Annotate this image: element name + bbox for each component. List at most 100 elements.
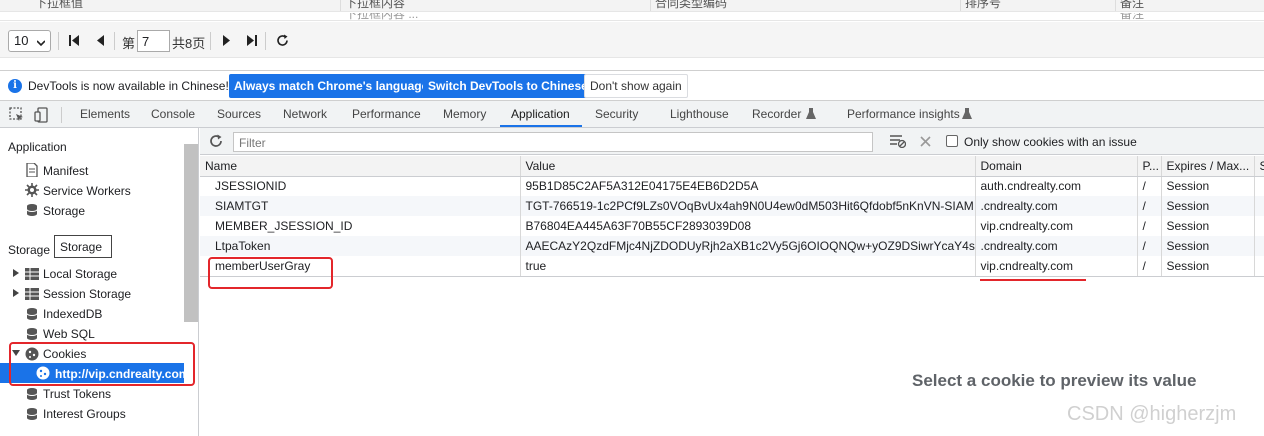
prev-page-icon[interactable] bbox=[93, 33, 107, 47]
column-header: 合同类型编码 bbox=[655, 0, 728, 10]
first-page-icon[interactable] bbox=[67, 33, 81, 47]
grid-storage-icon bbox=[25, 268, 39, 280]
cookies-toolbar: Filter Only show cookies with an issue bbox=[200, 128, 1264, 155]
filter-input[interactable]: Filter bbox=[233, 132, 873, 152]
tab-sources[interactable]: Sources bbox=[217, 107, 261, 121]
page-number-input[interactable]: 7 bbox=[137, 30, 170, 52]
table-row[interactable]: JSESSIONID 95B1D85C2AF5A312E04175E4EB6D2… bbox=[200, 176, 1264, 196]
chevron-right-icon[interactable] bbox=[12, 269, 20, 277]
cell-fragment: 备注 bbox=[1120, 13, 1145, 21]
tab-network[interactable]: Network bbox=[283, 107, 327, 121]
database-icon bbox=[26, 308, 38, 320]
application-sidebar: Application Manifest Service Workers Sto… bbox=[0, 128, 199, 436]
cookie-name: JSESSIONID bbox=[215, 179, 287, 194]
delete-cookie-icon[interactable] bbox=[920, 136, 931, 147]
inspect-element-icon[interactable] bbox=[9, 107, 25, 123]
cookie-path: / bbox=[1136, 176, 1161, 196]
clear-filtered-cookies-icon[interactable] bbox=[890, 134, 906, 148]
sidebar-item-indexeddb[interactable]: IndexedDB bbox=[43, 307, 102, 321]
sidebar-item-web-sql[interactable]: Web SQL bbox=[43, 327, 95, 341]
page-size-select[interactable]: 10 bbox=[8, 30, 51, 52]
cookie-domain: vip.cndrealty.com bbox=[974, 216, 1137, 236]
column-header-name[interactable]: Name bbox=[200, 156, 520, 177]
cookie-name: MEMBER_JSESSION_ID bbox=[215, 219, 353, 233]
tab-performance[interactable]: Performance bbox=[352, 107, 421, 121]
sidebar-item-local-storage[interactable]: Local Storage bbox=[43, 267, 117, 281]
flask-icon bbox=[806, 108, 816, 119]
database-icon bbox=[26, 388, 38, 400]
column-header-domain[interactable]: Domain bbox=[974, 156, 1137, 177]
devtools-tab-bar: Elements Console Sources Network Perform… bbox=[0, 101, 1264, 128]
cookie-name: LtpaToken bbox=[200, 236, 520, 256]
infobar-message: DevTools is now available in Chinese! bbox=[28, 79, 229, 93]
sidebar-item-storage-overview[interactable]: Storage bbox=[43, 204, 85, 218]
cookie-value: AAECAzY2QzdFMjc4NjZDODUyRjh2aXB1c2Vy5Gj6… bbox=[519, 236, 975, 256]
cookie-domain: auth.cndrealty.com bbox=[974, 176, 1137, 196]
cookies-table: Name Value Domain P... Expires / Max... … bbox=[200, 156, 1264, 277]
cookie-size bbox=[1253, 216, 1264, 236]
cookie-expires: Session bbox=[1160, 236, 1254, 256]
database-icon bbox=[26, 408, 38, 420]
sidebar-item-manifest[interactable]: Manifest bbox=[43, 164, 88, 178]
tab-console[interactable]: Console bbox=[151, 107, 195, 121]
column-header-size[interactable]: S bbox=[1253, 156, 1264, 177]
switch-to-chinese-button[interactable]: Switch DevTools to Chinese bbox=[423, 74, 593, 98]
cookie-expires: Session bbox=[1160, 176, 1254, 196]
tooltip: Storage bbox=[54, 235, 112, 258]
table-row[interactable]: MEMBER_JSESSION_ID B76804EA445A63F70B55C… bbox=[200, 216, 1264, 236]
always-match-language-button[interactable]: Always match Chrome's language bbox=[229, 74, 434, 98]
cookie-size bbox=[1253, 196, 1264, 216]
table-row[interactable]: SIAMTGT TGT-766519-1c2PCf9LZs0VOqBvUx4ah… bbox=[200, 196, 1264, 216]
cookie-preview-placeholder: Select a cookie to preview its value bbox=[912, 371, 1197, 390]
tab-memory[interactable]: Memory bbox=[443, 107, 486, 121]
table-row[interactable]: memberUserGray true vip.cndrealty.com / … bbox=[200, 256, 1264, 277]
highlight-underline bbox=[980, 279, 1086, 281]
cookie-expires: Session bbox=[1160, 256, 1254, 277]
total-pages: 共8页 bbox=[172, 36, 206, 51]
column-header: 备注 bbox=[1120, 0, 1145, 10]
refresh-icon[interactable] bbox=[209, 134, 223, 148]
active-tab-indicator bbox=[500, 125, 582, 127]
chevron-right-icon[interactable] bbox=[12, 289, 20, 297]
cookie-domain: vip.cndrealty.com bbox=[974, 256, 1137, 277]
device-toolbar-icon[interactable] bbox=[34, 107, 50, 123]
tab-recorder[interactable]: Recorder bbox=[752, 107, 801, 121]
next-page-icon[interactable] bbox=[220, 33, 234, 47]
dont-show-again-button[interactable]: Don't show again bbox=[584, 74, 688, 98]
sidebar-item-trust-tokens[interactable]: Trust Tokens bbox=[43, 387, 111, 401]
refresh-icon[interactable] bbox=[275, 33, 289, 47]
sidebar-item-interest-groups[interactable]: Interest Groups bbox=[43, 407, 126, 421]
cookie-size bbox=[1253, 176, 1264, 196]
cookie-name: SIAMTGT bbox=[200, 196, 520, 216]
watermark: CSDN @higherzjm bbox=[1067, 403, 1237, 425]
database-icon bbox=[26, 204, 38, 216]
column-header-value[interactable]: Value bbox=[519, 156, 975, 177]
page-prefix: 第 bbox=[122, 36, 136, 51]
cookie-size bbox=[1253, 256, 1264, 277]
partial-table-header: 下拉框值 下拉框内容 合同类型编码 排序号 备注 bbox=[0, 0, 1264, 12]
tab-elements[interactable]: Elements bbox=[80, 107, 130, 121]
info-icon: i bbox=[8, 79, 22, 93]
cell-fragment: 下拉框内容 ... bbox=[345, 13, 419, 21]
only-issues-checkbox[interactable] bbox=[946, 135, 958, 147]
gear-icon bbox=[25, 183, 39, 197]
cookie-domain: .cndrealty.com bbox=[974, 236, 1137, 256]
tab-lighthouse[interactable]: Lighthouse bbox=[670, 107, 729, 121]
grid-storage-icon bbox=[25, 288, 39, 300]
highlight-box bbox=[9, 342, 195, 386]
column-header-expires[interactable]: Expires / Max... bbox=[1160, 156, 1254, 177]
column-header-path[interactable]: P... bbox=[1136, 156, 1161, 177]
tab-security[interactable]: Security bbox=[595, 107, 638, 121]
last-page-icon[interactable] bbox=[245, 33, 259, 47]
tab-performance-insights[interactable]: Performance insights bbox=[847, 107, 960, 121]
sidebar-item-service-workers[interactable]: Service Workers bbox=[43, 184, 131, 198]
tab-application[interactable]: Application bbox=[511, 107, 570, 121]
pagination-bar: 10 第 7 共8页 bbox=[0, 22, 1264, 58]
devtools-language-infobar: i DevTools is now available in Chinese! … bbox=[0, 70, 1264, 101]
cookie-path: / bbox=[1136, 196, 1161, 216]
table-header-row: Name Value Domain P... Expires / Max... … bbox=[200, 156, 1264, 177]
table-row[interactable]: LtpaToken AAECAzY2QzdFMjc4NjZDODUyRjh2aX… bbox=[200, 236, 1264, 256]
sidebar-item-session-storage[interactable]: Session Storage bbox=[43, 287, 131, 301]
sidebar-scrollbar[interactable] bbox=[184, 144, 198, 322]
web-page-area: 下拉框值 下拉框内容 合同类型编码 排序号 备注 下拉框内容 ... 备注 10… bbox=[0, 0, 1264, 70]
